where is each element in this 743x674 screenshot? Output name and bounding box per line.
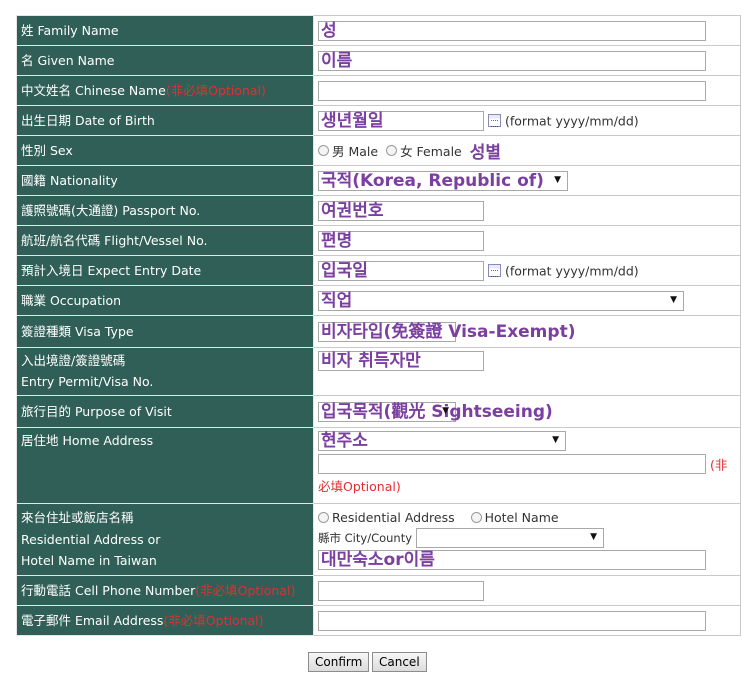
chevron-down-icon: ▼ [552, 435, 559, 445]
female-radio[interactable] [386, 145, 398, 156]
residential-address-input[interactable]: 대만숙소or이름 [318, 550, 706, 570]
email-label: 電子郵件 Email Address(非必填Optional) [16, 605, 314, 636]
cell-phone-label: 行動電話 Cell Phone Number(非必填Optional) [16, 575, 314, 606]
entry-date-label: 預計入境日 Expect Entry Date [16, 255, 314, 286]
optional-note: (非必填Optional) [195, 583, 296, 598]
chevron-down-icon: ▼ [442, 405, 449, 416]
flight-label: 航班/航名代碼 Flight/Vessel No. [16, 225, 314, 256]
residential-label: 來台住址或飯店名稱 Residential Address or Hotel N… [16, 503, 314, 576]
entry-permit-input[interactable]: 비자 취득자만 [318, 351, 484, 371]
flight-input[interactable]: 편명 [318, 230, 484, 251]
optional-note: (非 [709, 457, 728, 473]
entry-date-input[interactable]: 입국일 [318, 260, 484, 281]
occupation-label: 職業 Occupation [16, 285, 314, 316]
date-format-hint: (format yyyy/mm/dd) [505, 263, 639, 278]
optional-note: 必填Optional) [318, 479, 401, 494]
calendar-icon[interactable] [488, 114, 501, 127]
confirm-button[interactable]: Confirm [308, 652, 370, 672]
visa-type-label: 簽證種類 Visa Type [16, 315, 314, 348]
family-name-label: 姓 Family Name [16, 15, 314, 46]
residential-address-radio[interactable] [318, 512, 329, 523]
date-format-hint: (format yyyy/mm/dd) [505, 113, 639, 128]
chevron-down-icon: ▼ [554, 174, 561, 185]
chinese-name-input[interactable] [318, 80, 706, 101]
chinese-name-label: 中文姓名 Chinese Name(非必填Optional) [16, 75, 314, 106]
hotel-name-radio[interactable] [470, 512, 482, 523]
nationality-label: 國籍 Nationality [16, 165, 314, 196]
cell-phone-input[interactable] [318, 580, 484, 601]
cancel-button[interactable]: Cancel [372, 652, 427, 672]
home-country-select[interactable]: 현주소 ▼ [318, 431, 566, 451]
nationality-select[interactable]: 국적(Korea, Republic of) ▼ [318, 170, 568, 191]
residential-address-option: Residential Address [332, 510, 455, 525]
home-address-input[interactable] [318, 454, 706, 474]
entry-permit-label: 入出境證/簽證號碼 Entry Permit/Visa No. [16, 347, 314, 396]
dob-label: 出生日期 Date of Birth [16, 105, 314, 136]
visa-type-select[interactable]: 비자타입(免簽證 Visa-Exempt) [318, 321, 575, 342]
arrival-form-table: 姓 Family Name 성 名 Given Name 이름 中文姓名 Chi… [16, 15, 741, 636]
female-label: 女 Female [400, 144, 462, 159]
calendar-icon[interactable] [488, 264, 501, 277]
optional-note: (非必填Optional) [165, 83, 266, 98]
city-county-label: 縣市 City/County [318, 531, 413, 545]
chevron-down-icon: ▼ [590, 532, 598, 542]
family-name-input[interactable]: 성 [318, 20, 706, 41]
given-name-input[interactable]: 이름 [318, 50, 706, 71]
passport-label: 護照號碼(大通證) Passport No. [16, 195, 314, 226]
sex-note: 성별 [469, 143, 502, 163]
optional-note: (非必填Optional) [163, 613, 264, 628]
occupation-select[interactable]: 직업 ▼ [318, 290, 684, 311]
male-label: 男 Male [332, 144, 379, 159]
sex-label: 性別 Sex [16, 135, 314, 166]
dob-input[interactable]: 생년월일 [318, 110, 484, 131]
male-radio[interactable] [318, 145, 329, 156]
given-name-label: 名 Given Name [16, 45, 314, 76]
hotel-name-option: Hotel Name [484, 510, 559, 525]
home-address-label: 居住地 Home Address [16, 427, 314, 504]
passport-input[interactable]: 여권번호 [318, 200, 484, 221]
email-input[interactable] [318, 610, 706, 631]
purpose-label: 旅行目的 Purpose of Visit [16, 395, 314, 428]
city-county-select[interactable]: ▼ [416, 528, 605, 548]
purpose-select[interactable]: 입국목적(觀光 Sightseeing) ▼ [318, 401, 553, 422]
chevron-down-icon: ▼ [670, 294, 677, 305]
